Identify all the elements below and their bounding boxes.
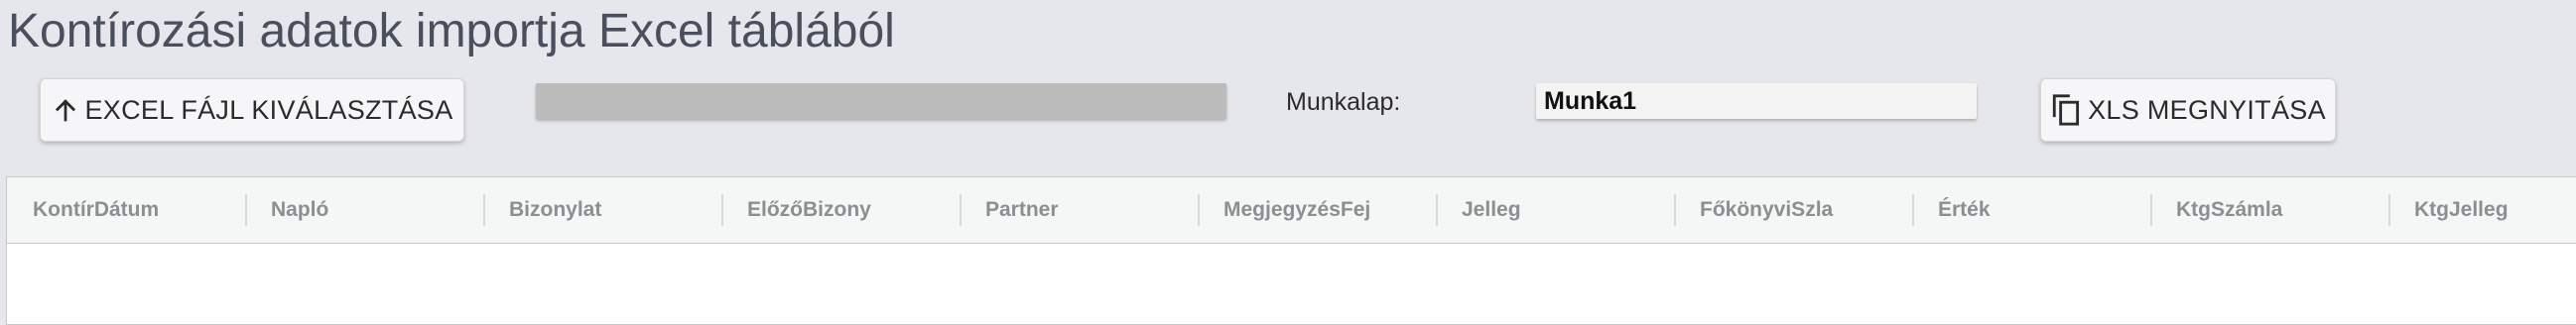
grid-header: KontírDátum Napló Bizonylat ElőzőBizony …	[7, 177, 2576, 244]
arrow-up-icon	[51, 95, 80, 125]
column-header-ktgjelleg[interactable]: KtgJelleg	[2388, 177, 2576, 243]
column-header-ertek[interactable]: Érték	[1912, 177, 2150, 243]
column-header-bizonylat[interactable]: Bizonylat	[483, 177, 721, 243]
column-header-fokonyviszla[interactable]: FőkönyviSzla	[1674, 177, 1912, 243]
import-data-grid: KontírDátum Napló Bizonylat ElőzőBizony …	[6, 176, 2576, 325]
column-header-jelleg[interactable]: Jelleg	[1436, 177, 1674, 243]
column-header-kontirdatum[interactable]: KontírDátum	[7, 177, 245, 243]
column-header-elozobizony[interactable]: ElőzőBizony	[721, 177, 960, 243]
open-xls-button[interactable]: XLS MEGNYITÁSA	[2040, 78, 2336, 142]
excel-file-select-button[interactable]: EXCEL FÁJL KIVÁLASZTÁSA	[40, 78, 464, 142]
sheet-name-input[interactable]	[1536, 83, 1977, 119]
page-title: Kontírozási adatok importja Excel tábláb…	[8, 5, 895, 57]
column-header-megjegyzesfej[interactable]: MegjegyzésFej	[1198, 177, 1436, 243]
copy-icon	[2050, 91, 2084, 129]
column-header-ktgszamla[interactable]: KtgSzámla	[2150, 177, 2388, 243]
column-header-naplo[interactable]: Napló	[245, 177, 483, 243]
sheet-label: Munkalap:	[1286, 88, 1401, 116]
column-header-partner[interactable]: Partner	[960, 177, 1198, 243]
selected-file-field	[536, 83, 1226, 119]
open-xls-label: XLS MEGNYITÁSA	[2088, 94, 2326, 125]
excel-file-select-label: EXCEL FÁJL KIVÁLASZTÁSA	[84, 94, 453, 125]
